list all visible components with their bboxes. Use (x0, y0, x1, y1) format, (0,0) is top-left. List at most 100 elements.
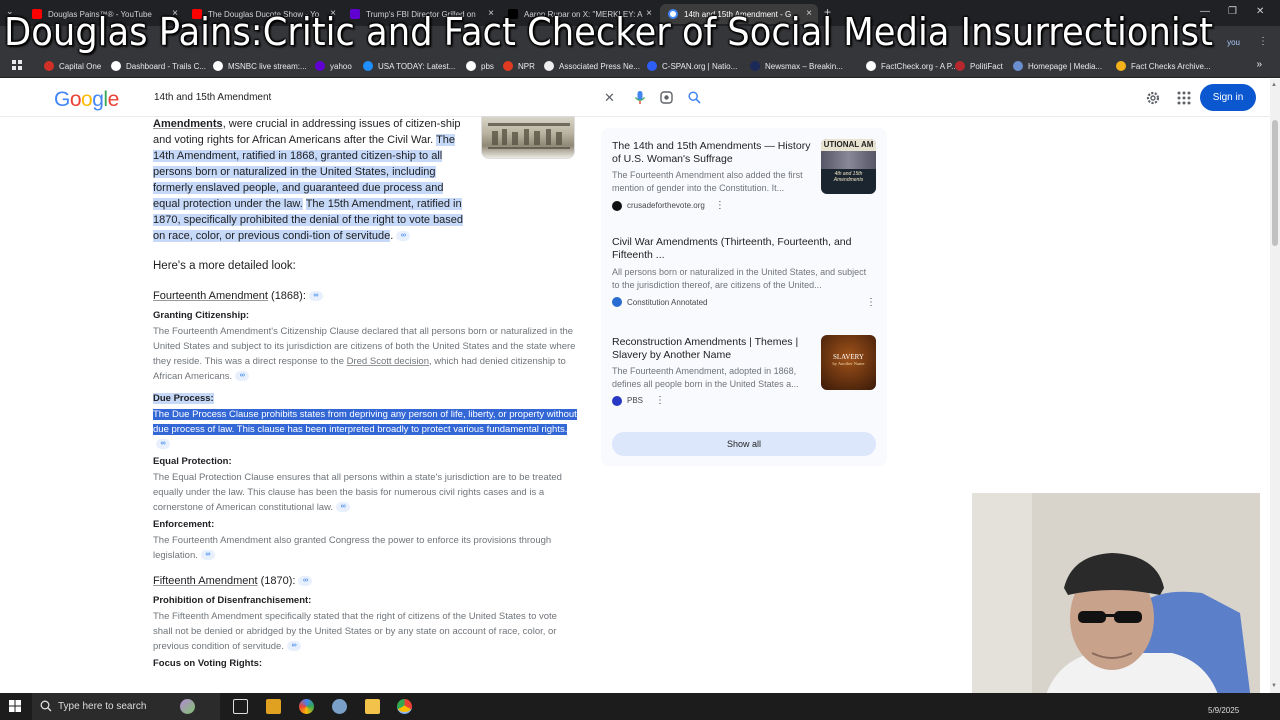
bookmark-item[interactable]: yahoo (315, 61, 352, 71)
bookmark-item[interactable]: pbs (466, 61, 494, 71)
amendment-point: Due Process: The Due Process Clause prohi… (153, 388, 578, 452)
more-menu-icon[interactable]: ⋮ (1258, 36, 1268, 47)
amendment-point: Equal Protection: The Equal Protection Cl… (153, 456, 578, 515)
bookmark-item[interactable]: FactCheck.org - A P... (866, 61, 958, 71)
fourteenth-amendment-link[interactable]: Fourteenth Amendment (153, 290, 268, 302)
source-link-icon[interactable]: ∞ (396, 231, 411, 242)
bookmark-item[interactable]: Dashboard - Trails C... (111, 61, 206, 71)
chrome-icon[interactable] (397, 699, 412, 714)
apps-grid-icon[interactable] (12, 60, 22, 70)
source-thumbnail[interactable]: UTIONAL AM 4th and 15th Amendments (821, 139, 876, 194)
settings-gear-icon[interactable] (1145, 90, 1161, 106)
logo-letter: e (107, 88, 120, 111)
source-link-icon[interactable]: ∞ (336, 502, 351, 513)
taskbar-date: 5/9/2025 (1208, 706, 1240, 715)
source-site[interactable]: Constitution Annotated ⋮ (612, 297, 876, 308)
bookmark-item[interactable]: MSNBC live stream:... (213, 61, 307, 71)
bookmark-item[interactable]: USA TODAY: Latest... (363, 61, 455, 71)
google-apps-icon[interactable] (1177, 91, 1191, 105)
intro-link[interactable]: Amendments (153, 118, 223, 130)
scroll-down-icon[interactable]: ▼ (1271, 683, 1277, 689)
source-link-icon[interactable]: ∞ (298, 576, 313, 587)
thumbnail-caption: SLAVERY (833, 353, 864, 361)
bookmark-favicon-icon (955, 61, 965, 71)
source-link-icon[interactable]: ∞ (156, 439, 170, 450)
bookmark-favicon-icon (750, 61, 760, 71)
source-link-icon[interactable]: ∞ (286, 641, 301, 652)
bookmark-label: Capital One (59, 61, 102, 71)
scroll-up-icon[interactable]: ▲ (1271, 82, 1277, 88)
source-title[interactable]: Reconstruction Amendments | Themes | Sla… (612, 336, 812, 362)
bookmark-favicon-icon (44, 61, 54, 71)
bookmark-label: PolitiFact (970, 61, 1003, 71)
source-card[interactable]: The 14th and 15th Amendments — History o… (612, 140, 812, 211)
microphone-icon[interactable] (634, 91, 646, 105)
bookmark-item[interactable]: Capital One (44, 61, 101, 71)
source-site[interactable]: PBS ⋮ (612, 395, 812, 406)
search-icon[interactable] (688, 91, 701, 104)
show-all-button[interactable]: Show all (612, 432, 876, 456)
search-input[interactable]: 14th and 15th Amendment (154, 92, 271, 103)
bookmark-favicon-icon (647, 61, 657, 71)
widgets-flower-icon[interactable] (180, 699, 195, 714)
windows-start-icon[interactable] (9, 700, 21, 712)
clear-search-icon[interactable]: ✕ (604, 90, 615, 106)
source-link-icon[interactable]: ∞ (308, 291, 323, 302)
source-thumbnail[interactable]: SLAVERY by Another Name (821, 335, 876, 390)
source-link-icon[interactable]: ∞ (200, 550, 215, 561)
bookmark-label: yahoo (330, 61, 352, 71)
bookmark-item[interactable]: Associated Press Ne... (544, 61, 640, 71)
point-body: The Fourteenth Amendment's Citizenship C… (153, 324, 578, 384)
bookmark-label: Fact Checks Archive... (1131, 61, 1211, 71)
app-icon[interactable] (332, 699, 347, 714)
point-body: The Fifteenth Amendment specifically sta… (153, 609, 578, 654)
bookmark-favicon-icon (363, 61, 373, 71)
thumbnail-subcaption: by Another Name (832, 361, 865, 366)
google-logo[interactable]: Google (54, 88, 119, 112)
fourteenth-amendment-heading: Fourteenth Amendment (1868): ∞ (153, 290, 578, 302)
source-link-icon[interactable]: ∞ (235, 371, 250, 382)
window-close-icon[interactable]: ✕ (1256, 6, 1264, 17)
maximize-icon[interactable]: ❐ (1228, 6, 1237, 17)
dred-scott-link[interactable]: Dred Scott decision (347, 356, 429, 367)
point-body: The Equal Protection Clause ensures that… (153, 470, 578, 515)
bookmark-favicon-icon (1013, 61, 1023, 71)
source-title[interactable]: The 14th and 15th Amendments — History o… (612, 140, 812, 166)
task-view-icon[interactable] (233, 699, 248, 714)
point-text: The Fifteenth Amendment specifically sta… (153, 611, 557, 652)
source-title[interactable]: Civil War Amendments (Thirteenth, Fourte… (612, 236, 852, 262)
point-text: The Due Process Clause prohibits states … (153, 409, 577, 435)
site-favicon-icon (612, 200, 622, 211)
bookmarks-overflow-icon[interactable]: » (1256, 59, 1262, 70)
source-site[interactable]: crusadeforthevote.org ⋮ (612, 200, 812, 211)
more-options-icon[interactable]: ⋮ (866, 297, 876, 308)
profile-status[interactable]: you (1227, 38, 1240, 47)
bookmark-favicon-icon (503, 61, 513, 71)
file-explorer-icon[interactable] (365, 699, 380, 714)
bookmark-label: USA TODAY: Latest... (378, 61, 456, 71)
point-title: Enforcement: (153, 519, 215, 530)
point-body: The Fourteenth Amendment also granted Co… (153, 533, 578, 563)
source-card[interactable]: Reconstruction Amendments | Themes | Sla… (612, 336, 812, 406)
sign-in-button[interactable]: Sign in (1200, 84, 1256, 111)
bookmark-item[interactable]: C-SPAN.org | Natio... (647, 61, 737, 71)
bookmark-item[interactable]: NPR (503, 61, 535, 71)
bookmark-label: Associated Press Ne... (559, 61, 640, 71)
scrollbar-thumb[interactable] (1272, 120, 1278, 246)
fifteenth-amendment-link[interactable]: Fifteenth Amendment (153, 575, 258, 587)
bookmark-item[interactable]: Fact Checks Archive... (1116, 61, 1211, 71)
point-title: Due Process: (153, 393, 214, 404)
copilot-icon[interactable] (299, 699, 314, 714)
fourteenth-year: (1868): (267, 290, 306, 302)
thumbnail-caption: UTIONAL AM (821, 139, 876, 151)
source-card[interactable]: Civil War Amendments (Thirteenth, Fourte… (612, 236, 876, 308)
more-options-icon[interactable]: ⋮ (715, 200, 725, 211)
site-name: PBS (627, 396, 644, 405)
google-lens-icon[interactable] (660, 91, 673, 104)
bookmark-item[interactable]: Newsmax – Breakin... (750, 61, 843, 71)
bookmark-item[interactable]: Homepage | Media... (1013, 61, 1102, 71)
more-options-icon[interactable]: ⋮ (655, 395, 665, 406)
point-title: Granting Citizenship: (153, 310, 250, 321)
bookmark-item[interactable]: PolitiFact (955, 61, 1003, 71)
store-icon[interactable] (266, 699, 281, 714)
